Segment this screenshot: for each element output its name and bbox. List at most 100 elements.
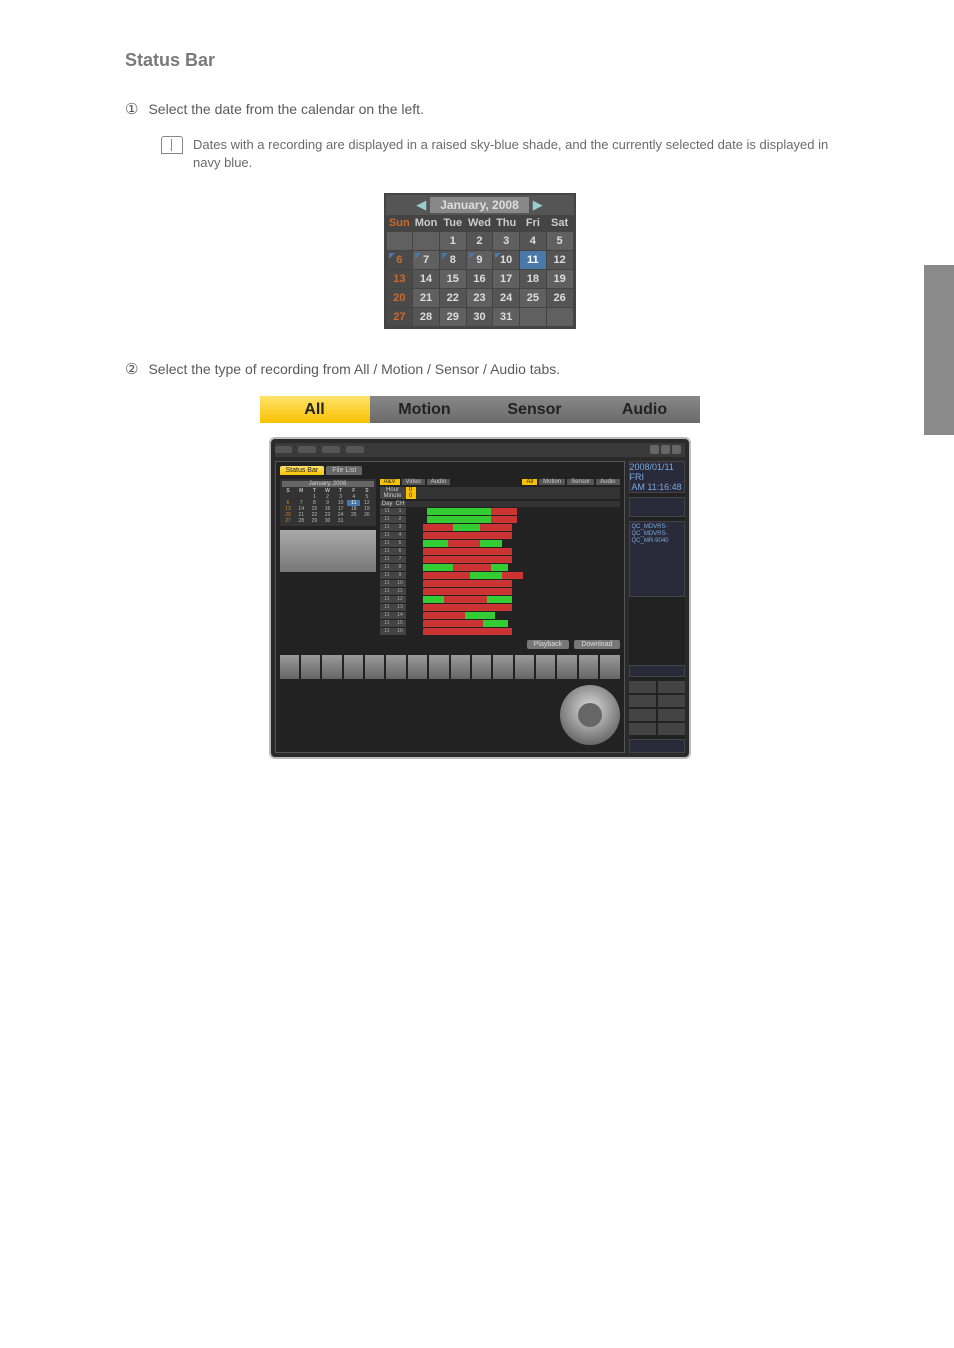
thumb[interactable] <box>579 655 598 679</box>
timeline-row[interactable]: 1116 <box>380 628 620 635</box>
cal-cell[interactable]: 3 <box>493 232 520 251</box>
side-btn[interactable] <box>629 681 656 693</box>
cal-cell[interactable]: 7 <box>413 251 440 270</box>
tl-bar[interactable] <box>406 580 620 587</box>
cal-cell[interactable]: 21 <box>413 289 440 308</box>
tab-all[interactable]: All <box>260 396 370 423</box>
tl-bar[interactable] <box>406 556 620 563</box>
thumb[interactable] <box>280 655 299 679</box>
mini-calendar[interactable]: January, 2008 SMTWTFS 12345 6789101112 1… <box>280 479 376 526</box>
main-tab-filelist[interactable]: File List <box>326 466 362 475</box>
tl-bar[interactable] <box>406 620 620 627</box>
cal-cell[interactable]: 2 <box>466 232 493 251</box>
cal-cell[interactable]: 23 <box>466 289 493 308</box>
topbar-btn[interactable] <box>298 446 316 453</box>
timeline-row[interactable]: 114 <box>380 532 620 539</box>
tl-bar[interactable] <box>406 572 620 579</box>
playback-button[interactable]: Playback <box>527 640 569 649</box>
thumb[interactable] <box>493 655 512 679</box>
cal-cell[interactable]: 1 <box>439 232 466 251</box>
timeline-row[interactable]: 1110 <box>380 580 620 587</box>
tl-bar[interactable] <box>406 588 620 595</box>
close-icon[interactable] <box>672 445 681 454</box>
side-btn[interactable] <box>658 681 685 693</box>
side-btn[interactable] <box>629 695 656 707</box>
tl-bar[interactable] <box>406 516 620 523</box>
thumb[interactable] <box>344 655 363 679</box>
thumb[interactable] <box>600 655 619 679</box>
timeline-row[interactable]: 112 <box>380 516 620 523</box>
timeline-row[interactable]: 117 <box>380 556 620 563</box>
timeline-row[interactable]: 113 <box>380 524 620 531</box>
tree-item[interactable]: QC_MDVRS- <box>632 524 682 531</box>
timeline-row[interactable]: 1114 <box>380 612 620 619</box>
maximize-icon[interactable] <box>661 445 670 454</box>
tl-tab-av[interactable]: A&V <box>380 479 400 485</box>
tl-bar[interactable] <box>406 596 620 603</box>
tl-bar[interactable] <box>406 532 620 539</box>
cal-cell[interactable]: 17 <box>493 270 520 289</box>
topbar-btn[interactable] <box>275 446 293 453</box>
topbar-btn[interactable] <box>322 446 340 453</box>
jog-wheel[interactable] <box>560 685 620 745</box>
tl-tab-sensor[interactable]: Sensor <box>567 479 594 485</box>
timeline-row[interactable]: 118 <box>380 564 620 571</box>
tab-motion[interactable]: Motion <box>370 396 480 423</box>
tab-sensor[interactable]: Sensor <box>480 396 590 423</box>
side-btn[interactable] <box>658 723 685 735</box>
cal-cell[interactable]: 12 <box>546 251 573 270</box>
calendar-next-icon[interactable]: ▶ <box>529 197 547 213</box>
thumb[interactable] <box>322 655 341 679</box>
tl-tab-audio2[interactable]: Audio <box>596 479 619 485</box>
side-btn[interactable] <box>658 695 685 707</box>
cal-cell[interactable]: 14 <box>413 270 440 289</box>
cal-cell[interactable]: 26 <box>546 289 573 308</box>
tl-bar[interactable] <box>406 564 620 571</box>
tl-bar[interactable] <box>406 508 620 515</box>
tl-tab-video[interactable]: Video <box>402 479 425 485</box>
thumb[interactable] <box>472 655 491 679</box>
tree-item[interactable]: QC_MR-9040 <box>632 538 682 545</box>
thumb[interactable] <box>386 655 405 679</box>
cal-cell[interactable]: 20 <box>386 289 413 308</box>
thumb[interactable] <box>515 655 534 679</box>
cal-cell[interactable]: 24 <box>493 289 520 308</box>
tl-min-track[interactable] <box>416 493 620 499</box>
timeline-row[interactable]: 1113 <box>380 604 620 611</box>
tl-bar[interactable] <box>406 548 620 555</box>
cal-cell[interactable]: 19 <box>546 270 573 289</box>
side-btn[interactable] <box>629 723 656 735</box>
thumb[interactable] <box>301 655 320 679</box>
minimize-icon[interactable] <box>650 445 659 454</box>
cal-cell[interactable]: 27 <box>386 308 413 327</box>
cal-cell-selected[interactable]: 11 <box>520 251 547 270</box>
cal-cell[interactable]: 8 <box>439 251 466 270</box>
cal-cell[interactable]: 18 <box>520 270 547 289</box>
cal-cell[interactable]: 10 <box>493 251 520 270</box>
volume-slider[interactable] <box>629 665 685 677</box>
cal-cell[interactable]: 4 <box>520 232 547 251</box>
timeline-row[interactable]: 119 <box>380 572 620 579</box>
cal-cell[interactable]: 30 <box>466 308 493 327</box>
side-btn[interactable] <box>658 709 685 721</box>
cal-cell[interactable]: 6 <box>386 251 413 270</box>
calendar-prev-icon[interactable]: ◀ <box>412 197 430 213</box>
thumb[interactable] <box>429 655 448 679</box>
timeline-row[interactable]: 115 <box>380 540 620 547</box>
cal-cell[interactable]: 22 <box>439 289 466 308</box>
tl-bar[interactable] <box>406 540 620 547</box>
side-btn[interactable] <box>629 709 656 721</box>
cal-cell[interactable]: 16 <box>466 270 493 289</box>
thumb[interactable] <box>365 655 384 679</box>
cal-cell[interactable]: 29 <box>439 308 466 327</box>
cal-cell[interactable]: 13 <box>386 270 413 289</box>
main-tab-status[interactable]: Status Bar <box>280 466 325 475</box>
tl-bar[interactable] <box>406 628 620 635</box>
device-tree[interactable]: QC_MDVRS- QC_MDVRS- QC_MR-9040 <box>629 521 685 597</box>
cal-cell[interactable]: 5 <box>546 232 573 251</box>
timeline-row[interactable]: 1111 <box>380 588 620 595</box>
tl-tab-all[interactable]: All <box>522 479 537 485</box>
tree-item[interactable]: QC_MDVRS- <box>632 531 682 538</box>
tl-bar[interactable] <box>406 524 620 531</box>
timeline-row[interactable]: 1115 <box>380 620 620 627</box>
